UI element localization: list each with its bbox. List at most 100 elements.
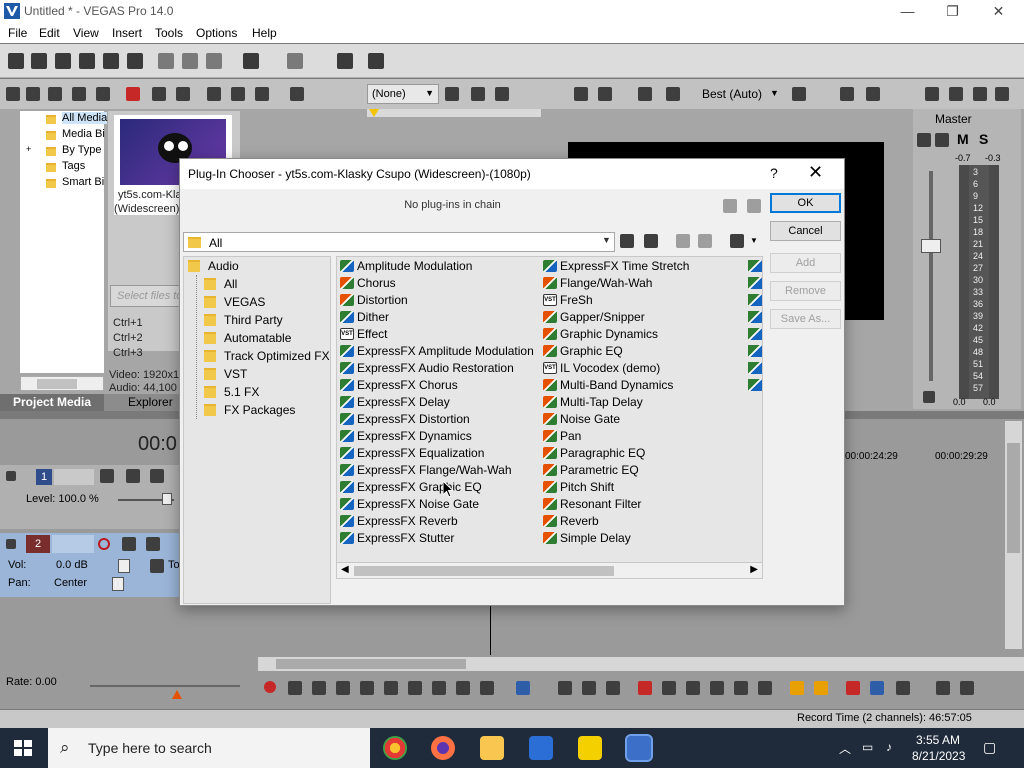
windows-start-icon[interactable] (14, 740, 32, 756)
view-options-icon[interactable] (730, 234, 744, 248)
play-icon[interactable] (336, 681, 350, 695)
scroll-right-icon[interactable]: ▶ (750, 564, 758, 575)
firefox-icon[interactable] (431, 736, 455, 760)
clock-date[interactable]: 8/21/2023 (912, 749, 965, 763)
folder-path-dropdown[interactable]: All ▼ (183, 232, 615, 252)
minimize-button[interactable]: — (885, 0, 930, 23)
remove-button[interactable]: Remove (770, 281, 841, 301)
notifications-icon[interactable]: ▢ (983, 739, 996, 756)
tab-explorer[interactable]: Explorer (128, 395, 173, 409)
network-icon[interactable]: ▭ (862, 740, 873, 754)
close-button[interactable]: ✕ (976, 0, 1021, 23)
clock-time[interactable]: 3:55 AM (916, 733, 960, 747)
move-left-icon[interactable] (723, 199, 737, 213)
marker-icon[interactable] (790, 681, 804, 695)
auto-ripple-icon[interactable] (896, 681, 910, 695)
track-collapse-icon[interactable] (6, 471, 16, 481)
timeline-hscrollbar[interactable] (258, 657, 1024, 671)
insert-fx-icon[interactable] (949, 87, 963, 101)
stop-icon[interactable] (231, 87, 245, 101)
rate-marker-icon[interactable] (172, 690, 182, 699)
track-fx-icon[interactable] (126, 469, 140, 483)
pause-icon[interactable] (360, 681, 374, 695)
ok-button[interactable]: OK (770, 193, 841, 213)
track-collapse-icon[interactable] (6, 539, 16, 549)
whats-this-help-icon[interactable] (368, 53, 384, 69)
auto-crossfade-icon[interactable] (870, 681, 884, 695)
vegas-pro-taskbar-icon[interactable] (625, 734, 653, 762)
lock-envelopes-icon[interactable] (936, 681, 950, 695)
remove-media-icon[interactable] (126, 87, 140, 101)
scroll-thumb[interactable] (354, 566, 614, 576)
cancel-button[interactable]: Cancel (770, 221, 841, 241)
copy-icon[interactable] (182, 53, 198, 69)
tray-chevron-icon[interactable]: ︿ (839, 740, 851, 757)
copy-snapshot-icon[interactable] (840, 87, 854, 101)
add-button[interactable]: Add (770, 253, 841, 273)
new-folder-icon[interactable] (676, 234, 690, 248)
tree-item-media-bins[interactable]: Media Bi (62, 128, 105, 140)
views-icon[interactable] (290, 87, 304, 101)
timeline-vscrollbar[interactable] (1005, 421, 1022, 649)
properties-gear-icon[interactable] (127, 53, 143, 69)
media-fx-icon[interactable] (176, 87, 190, 101)
snapshot-icon[interactable] (638, 87, 652, 101)
undo-icon[interactable] (243, 53, 259, 69)
menu-edit[interactable]: Edit (39, 26, 60, 40)
preview-quality-dropdown[interactable]: Best (Auto) (702, 87, 762, 101)
gear-icon[interactable] (150, 559, 164, 573)
zoom-tool-icon[interactable] (606, 681, 620, 695)
level-slider-handle[interactable] (162, 493, 172, 505)
lock-icon[interactable] (923, 391, 935, 403)
next-frame-icon[interactable] (480, 681, 494, 695)
vol-slider-handle[interactable] (118, 559, 130, 573)
taskbar-search-box[interactable]: ⌕ Type here to search (48, 728, 370, 768)
delete-icon[interactable] (495, 87, 509, 101)
downmix-icon[interactable] (973, 87, 987, 101)
track-motion-icon[interactable] (100, 469, 114, 483)
edit-tool-icon[interactable] (337, 53, 353, 69)
dialog-close-button[interactable]: ✕ (808, 162, 823, 183)
redo-icon[interactable] (287, 53, 303, 69)
external-monitor-icon[interactable] (666, 87, 680, 101)
record-button[interactable] (264, 681, 276, 693)
mixer-options-icon[interactable] (995, 87, 1009, 101)
maximize-button[interactable]: ❐ (930, 0, 975, 23)
tab-project-media[interactable]: Project Media (0, 394, 104, 411)
mute-button[interactable]: M (957, 131, 969, 147)
region-icon[interactable] (814, 681, 828, 695)
playhead-cursor[interactable] (490, 599, 491, 655)
menu-view[interactable]: View (73, 26, 99, 40)
menu-options[interactable]: Options (196, 26, 237, 40)
audio-fx-icon[interactable] (146, 537, 160, 551)
import-media-icon[interactable] (26, 87, 40, 101)
scroll-left-icon[interactable]: ◀ (341, 564, 349, 575)
go-to-start-icon[interactable] (408, 681, 422, 695)
trim-start-icon[interactable] (686, 681, 700, 695)
menu-file[interactable]: File (8, 26, 27, 40)
pan-slider-handle[interactable] (112, 577, 124, 591)
format-icon[interactable] (471, 87, 485, 101)
file-explorer-icon[interactable] (480, 736, 504, 760)
spell-check-icon[interactable] (445, 87, 459, 101)
composite-icon[interactable] (150, 469, 164, 483)
ignore-grouping-icon[interactable] (960, 681, 974, 695)
selection-tool-icon[interactable] (582, 681, 596, 695)
open-folder-icon[interactable] (31, 53, 47, 69)
stop-icon[interactable] (384, 681, 398, 695)
play-icon[interactable] (207, 87, 221, 101)
move-right-icon[interactable] (747, 199, 761, 213)
envelope-tool-icon[interactable] (558, 681, 572, 695)
go-to-end-icon[interactable] (432, 681, 446, 695)
web-icon[interactable] (96, 87, 110, 101)
save-icon[interactable] (55, 53, 71, 69)
tree-item-tags[interactable]: Tags (62, 160, 85, 172)
menu-insert[interactable]: Insert (112, 26, 142, 40)
render-icon[interactable] (103, 53, 119, 69)
media-properties-icon[interactable] (152, 87, 166, 101)
tree-item-all-media[interactable]: All Media (62, 112, 108, 124)
tree-item-smart-bins[interactable]: Smart Bi (62, 176, 104, 188)
track-1-name[interactable] (54, 469, 94, 485)
fx-chain-icon[interactable] (917, 133, 931, 147)
delete-folder-icon[interactable] (698, 234, 712, 248)
